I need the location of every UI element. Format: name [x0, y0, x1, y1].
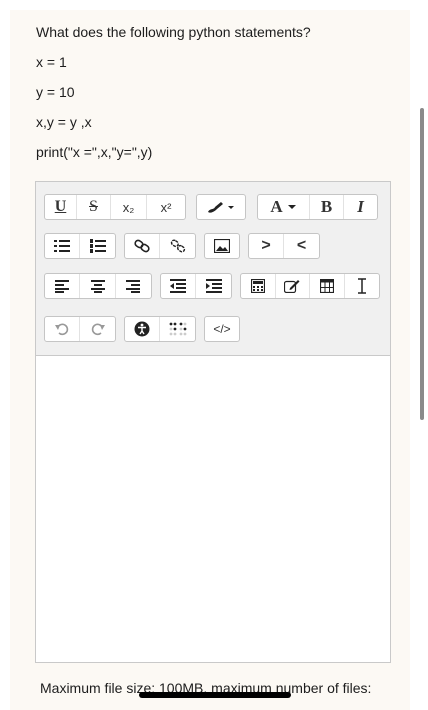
accessibility-icon [134, 321, 150, 337]
italic-button[interactable]: I [344, 195, 377, 219]
align-right-icon [126, 280, 141, 293]
align-left-button[interactable] [45, 274, 81, 298]
bullet-list-button[interactable] [45, 234, 81, 258]
numbered-list-button[interactable] [80, 234, 115, 258]
paragraph-indent-group [160, 273, 232, 299]
decrease-indent-button[interactable] [161, 274, 197, 298]
code-line-3: x,y = y ,x [36, 114, 92, 130]
chevron-down-icon [287, 205, 296, 209]
link-button[interactable] [125, 234, 161, 258]
editor-content-area[interactable] [36, 356, 390, 662]
redo-icon [91, 323, 105, 336]
link-group [124, 233, 196, 259]
rich-text-editor: U S x₂ x² A B I > < </> [35, 181, 391, 663]
manage-files-button[interactable] [276, 274, 310, 298]
outdent-icon: < [296, 237, 307, 254]
indent-button[interactable]: > [249, 234, 285, 258]
unlink-button[interactable] [160, 234, 195, 258]
font-group: A B I [257, 194, 378, 220]
increase-indent-button[interactable] [196, 274, 231, 298]
align-right-button[interactable] [116, 274, 151, 298]
indent-icon: > [261, 237, 271, 254]
bold-icon: B [320, 197, 333, 216]
screenreader-helper-button[interactable] [160, 317, 195, 341]
paintbrush-icon [208, 202, 234, 213]
numbered-list-icon [89, 239, 106, 253]
insert-group [240, 273, 380, 299]
bullet-list-icon [54, 240, 70, 252]
edit-icon [284, 280, 300, 293]
increase-indent-icon [205, 279, 222, 293]
editor-toolbar: U S x₂ x² A B I > < </> [36, 182, 390, 356]
align-center-icon [90, 280, 105, 293]
strikethrough-button[interactable]: S [77, 195, 111, 219]
outdent-button[interactable]: < [284, 234, 319, 258]
brush-group [196, 194, 246, 220]
text-cursor-icon [357, 278, 366, 294]
list-group [44, 233, 116, 259]
insert-image-button[interactable] [205, 234, 239, 258]
code-line-1: x = 1 [36, 54, 67, 70]
html-source-button[interactable]: </> [205, 317, 239, 341]
indent-group: > < [248, 233, 320, 259]
undo-button[interactable] [45, 317, 81, 341]
decrease-indent-icon [170, 279, 186, 293]
background-color-button[interactable] [197, 195, 245, 219]
align-group [44, 273, 152, 299]
font-color-button[interactable]: A [258, 195, 310, 219]
link-icon [134, 239, 150, 253]
subscript-button[interactable]: x₂ [111, 195, 147, 219]
table-icon [319, 279, 334, 293]
image-icon [214, 239, 230, 253]
clear-formatting-button[interactable] [345, 274, 379, 298]
accessibility-checker-button[interactable] [125, 317, 161, 341]
italic-icon: I [357, 197, 364, 216]
unlink-icon [170, 239, 185, 253]
text-format-group: U S x₂ x² [44, 194, 186, 220]
home-indicator [139, 692, 291, 698]
code-line-4: print("x =",x,"y=",y) [36, 144, 153, 160]
table-button[interactable] [310, 274, 345, 298]
image-group [204, 233, 240, 259]
braille-icon [169, 322, 186, 336]
strikethrough-icon: S [89, 198, 98, 215]
redo-button[interactable] [80, 317, 115, 341]
page-scrollbar[interactable] [420, 108, 424, 420]
undo-icon [55, 323, 69, 336]
calculator-icon [250, 279, 265, 293]
underline-button[interactable]: U [45, 195, 77, 219]
superscript-button[interactable]: x² [147, 195, 185, 219]
superscript-icon: x² [160, 199, 172, 215]
align-center-button[interactable] [80, 274, 116, 298]
code-line-2: y = 10 [36, 84, 75, 100]
accessibility-group [124, 316, 196, 342]
subscript-icon: x₂ [122, 199, 135, 215]
question-title: What does the following python statement… [36, 24, 311, 40]
align-left-icon [55, 280, 70, 293]
code-icon: </> [213, 322, 231, 336]
html-group: </> [204, 316, 240, 342]
equation-button[interactable] [241, 274, 276, 298]
history-group [44, 316, 116, 342]
underline-icon: U [54, 198, 67, 215]
bold-button[interactable]: B [310, 195, 344, 219]
font-color-icon: A [270, 197, 283, 216]
